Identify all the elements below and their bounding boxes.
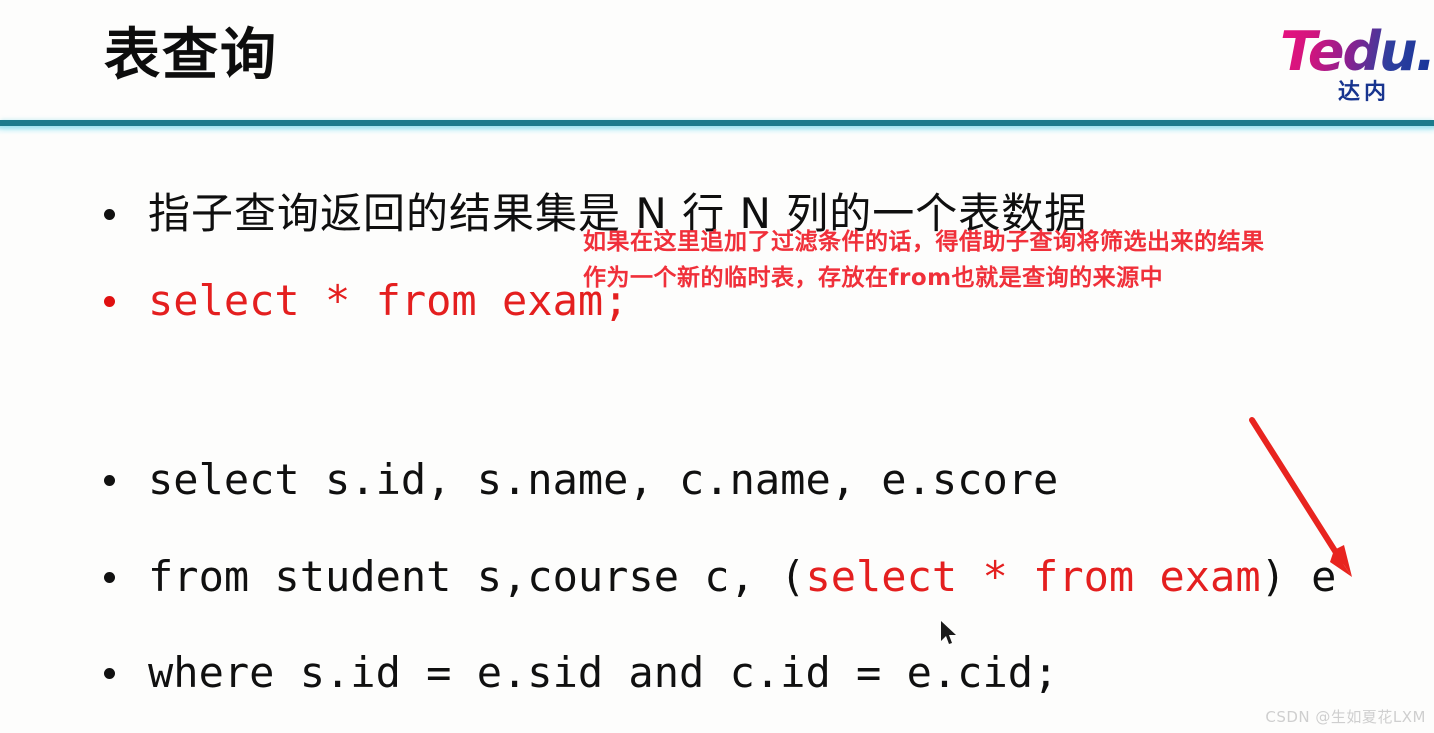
- bullet-dot-icon: [104, 296, 115, 307]
- slide-header: 表查询 Tedu. 达内: [0, 0, 1434, 124]
- from-clause-prefix: from student s,course c, (: [148, 552, 806, 601]
- bullet-select-exam: select * from exam;: [104, 276, 628, 325]
- bullet-dot-icon: [104, 572, 115, 583]
- csdn-watermark: CSDN @生如夏花LXM: [1265, 708, 1426, 726]
- bullet-text-from-tables: from student s,course c, (select * from …: [148, 552, 1336, 601]
- bullet-dot-icon: [104, 209, 115, 220]
- bullet-text-where-join: where s.id = e.sid and c.id = e.cid;: [148, 648, 1059, 697]
- bullet-where-join: where s.id = e.sid and c.id = e.cid;: [104, 648, 1058, 697]
- mouse-cursor-icon: [941, 621, 956, 644]
- page-title: 表查询: [104, 23, 278, 88]
- from-clause-suffix: ) e: [1260, 552, 1337, 601]
- logo-subtitle: 达内: [1338, 80, 1391, 105]
- slide-canvas: 表查询 Tedu. 达内 指子查询返回的结果集是 N 行 N 列的一个表数据 s…: [0, 0, 1434, 733]
- bullet-from-tables: from student s,course c, (select * from …: [104, 552, 1336, 601]
- annotation-note: 如果在这里追加了过滤条件的话，得借助子查询将筛选出来的结果 作为一个新的临时表，…: [583, 224, 1434, 296]
- bullet-dot-icon: [104, 475, 115, 486]
- bullet-text-select-exam: select * from exam;: [148, 276, 629, 325]
- slide-body: 指子查询返回的结果集是 N 行 N 列的一个表数据 select * from …: [0, 124, 1434, 733]
- annotation-line-2: 作为一个新的临时表，存放在from也就是查询的来源中: [583, 265, 1164, 291]
- tedu-logo: Tedu. 达内: [1272, 20, 1434, 110]
- bullet-select-columns: select s.id, s.name, c.name, e.score: [104, 455, 1058, 504]
- bullet-dot-icon: [104, 668, 115, 679]
- bullet-text-select-columns: select s.id, s.name, c.name, e.score: [148, 455, 1059, 504]
- from-clause-subquery: select * from exam: [805, 552, 1261, 601]
- annotation-line-1: 如果在这里追加了过滤条件的话，得借助子查询将筛选出来的结果: [583, 229, 1265, 255]
